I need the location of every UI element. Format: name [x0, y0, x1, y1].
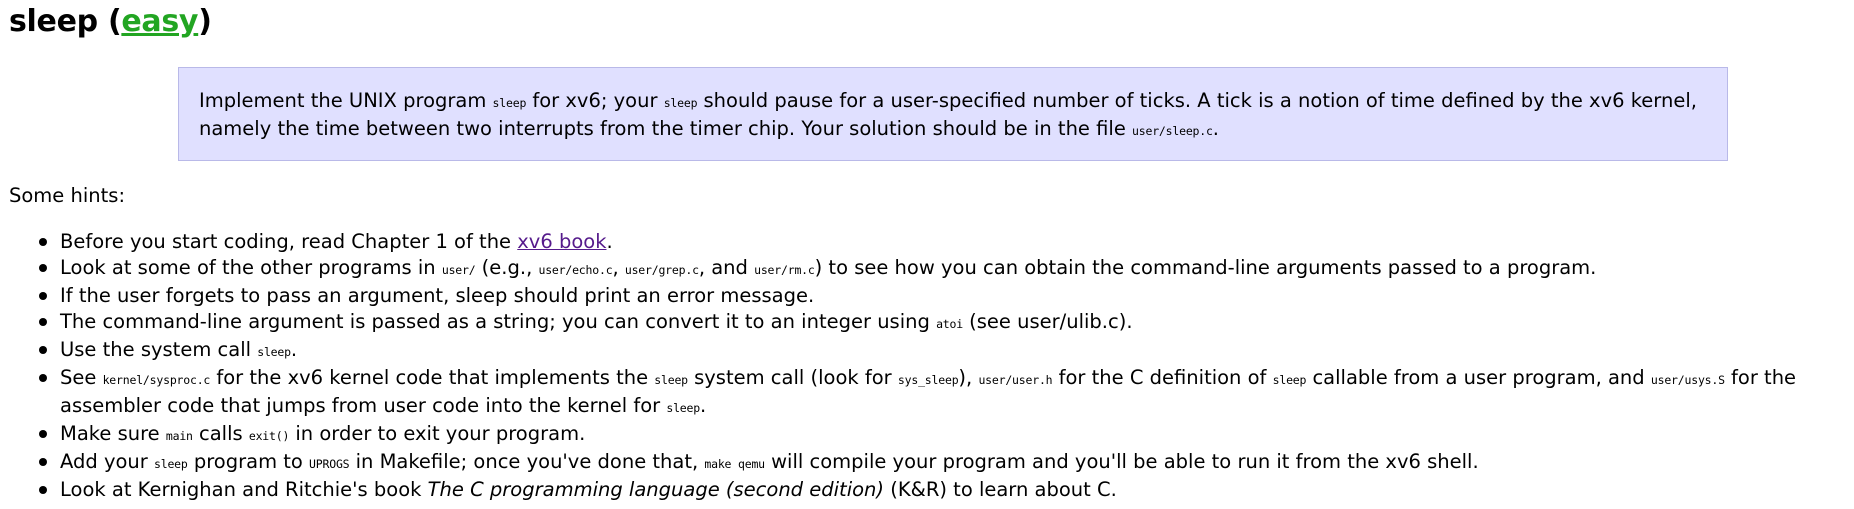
hint-text: Make sure: [60, 422, 166, 445]
hint-item: Make sure main calls exit() in order to …: [39, 421, 1854, 449]
hint-item: The command-line argument is passed as a…: [39, 309, 1854, 337]
assignment-text: Implement the UNIX program: [199, 89, 493, 112]
code-path: user/user.h: [978, 373, 1053, 387]
hint-text: Look at some of the other programs in: [60, 256, 442, 279]
assignment-box: Implement the UNIX program sleep for xv6…: [178, 67, 1728, 161]
hint-item: Look at Kernighan and Ritchie's book The…: [39, 477, 1854, 503]
code-syscall: sys_sleep: [897, 373, 959, 387]
hint-item: See kernel/sysproc.c for the xv6 kernel …: [39, 365, 1854, 421]
hint-text: (see user/ulib.c).: [962, 310, 1133, 333]
hint-text: .: [699, 394, 707, 417]
hint-text: callable from a user program, and: [1306, 366, 1651, 389]
hint-text: ,: [612, 256, 625, 279]
code-make-qemu: make qemu: [704, 457, 765, 471]
code-exit: exit(): [248, 429, 290, 443]
hint-item: Add your sleep program to UPROGS in Make…: [39, 449, 1854, 477]
code-sleep: sleep: [492, 96, 527, 110]
hint-item: If the user forgets to pass an argument,…: [39, 283, 1854, 309]
hint-text: Use the system call: [60, 338, 258, 361]
code-path: kernel/sysproc.c: [102, 373, 211, 387]
hint-text: See: [60, 366, 103, 389]
code-filename: user/sleep.c: [1132, 124, 1213, 138]
hint-text: for the C definition of: [1052, 366, 1273, 389]
hint-text: (e.g.,: [475, 256, 539, 279]
book-title: The C programming language (second editi…: [427, 478, 885, 501]
code-sleep: sleep: [257, 345, 291, 359]
hint-text: ),: [958, 366, 979, 389]
code-path: user/echo.c: [538, 263, 613, 277]
hint-item: Look at some of the other programs in us…: [39, 255, 1854, 283]
code-path: user/usys.S: [1650, 373, 1725, 387]
hint-text: for the xv6 kernel code that implements …: [210, 366, 655, 389]
hint-text: Look at Kernighan and Ritchie's book: [60, 478, 428, 501]
title-prefix: sleep (: [9, 4, 122, 39]
hint-text: The command-line argument is passed as a…: [60, 310, 937, 333]
page-title: sleep (easy): [9, 4, 212, 39]
hint-item: Use the system call sleep.: [39, 337, 1854, 365]
code-path: user/: [441, 263, 476, 277]
hint-text: .: [290, 338, 298, 361]
assignment-text: for xv6; your: [526, 89, 664, 112]
hints-list: Before you start coding, read Chapter 1 …: [0, 229, 1854, 503]
hint-text: (K&R) to learn about C.: [884, 478, 1117, 501]
code-uprogs: UPROGS: [309, 457, 350, 471]
code-path: user/rm.c: [754, 263, 815, 277]
code-path: user/grep.c: [624, 263, 699, 277]
code-sleep: sleep: [1272, 373, 1307, 387]
hint-text: system call (look for: [687, 366, 898, 389]
assignment-text: .: [1212, 117, 1219, 140]
difficulty-link[interactable]: easy: [121, 4, 198, 39]
hint-text: , and: [698, 256, 755, 279]
code-sleep: sleep: [154, 457, 188, 471]
hints-intro: Some hints:: [9, 184, 126, 207]
hint-text: program to: [187, 450, 310, 473]
hint-text: will compile your program and you'll be …: [764, 450, 1479, 473]
hint-text: If the user forgets to pass an argument,…: [60, 284, 815, 307]
code-sleep: sleep: [663, 96, 698, 110]
hint-text: .: [606, 230, 613, 253]
code-sleep: sleep: [654, 373, 688, 387]
code-sleep: sleep: [666, 401, 700, 415]
hint-text: in order to exit your program.: [289, 422, 586, 445]
hint-text: calls: [192, 422, 249, 445]
hint-text: Before you start coding, read Chapter 1 …: [60, 230, 518, 253]
code-main: main: [165, 429, 193, 443]
hint-item: Before you start coding, read Chapter 1 …: [39, 229, 1854, 255]
hint-text: Add your: [60, 450, 154, 473]
title-suffix: ): [198, 4, 212, 39]
xv6-book-link[interactable]: xv6 book: [517, 230, 606, 253]
code-atoi: atoi: [936, 317, 963, 331]
hint-text: ) to see how you can obtain the command-…: [814, 256, 1597, 279]
hint-text: in Makefile; once you've done that,: [349, 450, 705, 473]
